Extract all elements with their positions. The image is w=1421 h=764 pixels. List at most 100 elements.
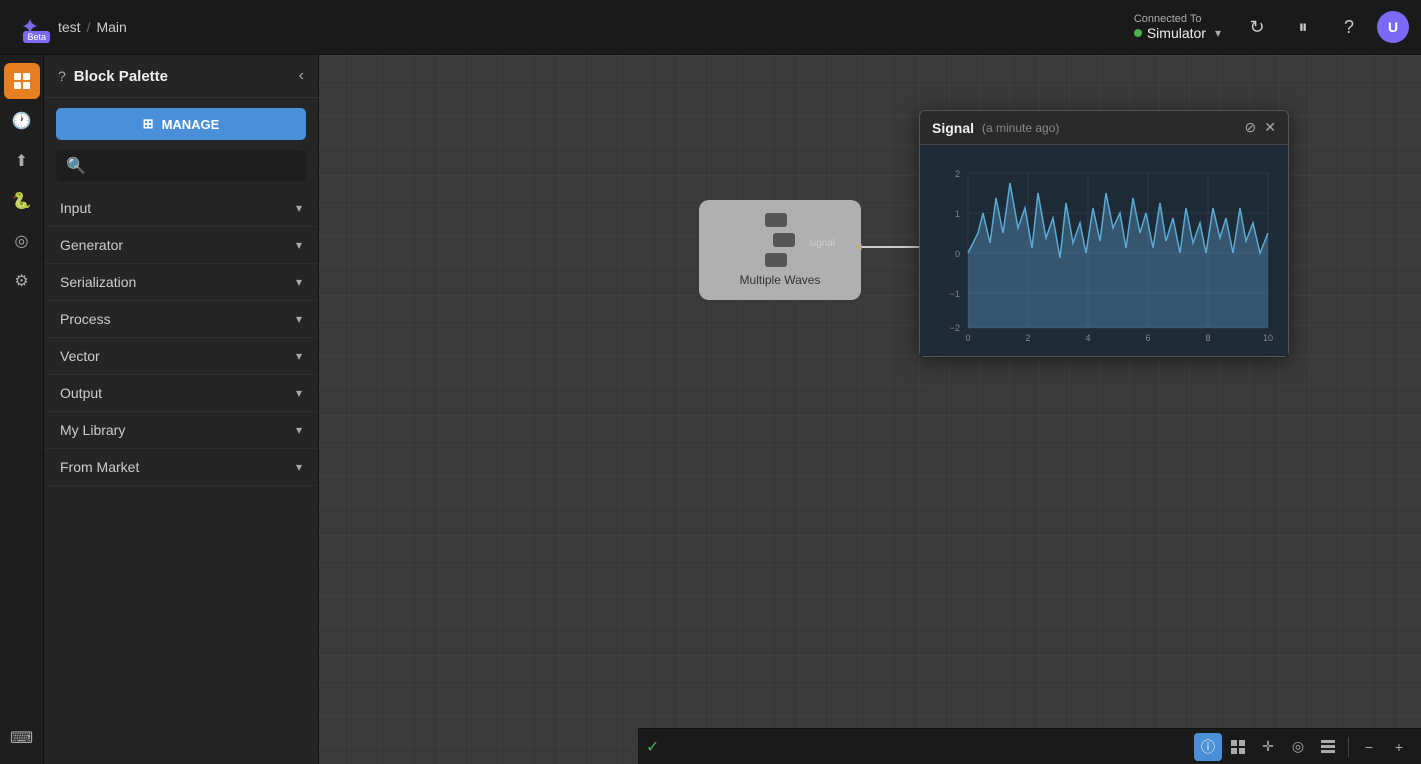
table-button[interactable] (1314, 733, 1342, 761)
signal-popup-pin-button[interactable]: ⊘ (1245, 119, 1257, 136)
chevron-down-icon: ▾ (296, 275, 302, 289)
breadcrumb-project[interactable]: test (58, 19, 81, 35)
canvas-area[interactable]: Multiple Waves x0 x... Signal signal (319, 55, 1421, 764)
input-ports (765, 213, 795, 267)
connection-dot (1134, 29, 1142, 37)
port-2 (773, 233, 795, 247)
breadcrumb: test / Main (58, 19, 127, 35)
palette-title: Block Palette (74, 68, 291, 85)
palette-item-label: Input (60, 200, 91, 216)
palette-item-from-market[interactable]: From Market ▾ (44, 449, 318, 486)
port-1 (765, 213, 787, 227)
manage-button[interactable]: ⊞ MANAGE (56, 108, 306, 140)
help-button[interactable]: ? (1331, 9, 1367, 45)
block-node-inner (765, 213, 795, 267)
svg-text:0: 0 (955, 249, 960, 259)
palette-item-label: Serialization (60, 274, 136, 290)
signal-popup-chart: 2 1 0 −1 −2 0 2 4 6 8 10 (920, 145, 1288, 356)
palette-item-label: Vector (60, 348, 100, 364)
chevron-down-icon: ▾ (296, 201, 302, 215)
multiple-waves-block[interactable]: Multiple Waves (699, 200, 861, 300)
svg-text:10: 10 (1263, 333, 1273, 343)
chevron-down-icon: ▾ (296, 423, 302, 437)
python-icon-btn[interactable]: 🐍 (4, 183, 40, 219)
blocks-icon-btn[interactable] (4, 63, 40, 99)
palette-item-input[interactable]: Input ▾ (44, 190, 318, 227)
palette-item-label: My Library (60, 422, 125, 438)
palette-item-generator[interactable]: Generator ▾ (44, 227, 318, 264)
signal-popup: Signal (a minute ago) ⊘ ✕ (919, 110, 1289, 357)
signal-popup-title: Signal (932, 120, 974, 136)
refresh-button[interactable]: ↻ (1239, 9, 1275, 45)
separator (1348, 737, 1349, 757)
breadcrumb-page[interactable]: Main (96, 19, 126, 35)
palette-list: Input ▾ Generator ▾ Serialization ▾ Proc… (44, 190, 318, 764)
svg-text:−1: −1 (950, 289, 960, 299)
manage-label: MANAGE (162, 117, 220, 132)
chevron-down-icon: ▾ (296, 312, 302, 326)
svg-text:4: 4 (1085, 333, 1090, 343)
chevron-down-icon: ▾ (296, 386, 302, 400)
svg-text:6: 6 (1145, 333, 1150, 343)
main-layout: 🕐 ⬆ 🐍 ◎ ⚙ ⌨ ? Block Palette ‹ ⊞ MANAGE 🔍… (0, 55, 1421, 764)
palette-item-label: Process (60, 311, 111, 327)
block-palette: ? Block Palette ‹ ⊞ MANAGE 🔍 Input ▾ Gen… (44, 55, 319, 764)
connection-info: Connected To Simulator ▾ (1134, 13, 1221, 41)
signal-popup-close-button[interactable]: ✕ (1264, 119, 1276, 136)
target-button[interactable]: ◎ (1284, 733, 1312, 761)
palette-header: ? Block Palette ‹ (44, 55, 318, 98)
signal-popup-header: Signal (a minute ago) ⊘ ✕ (920, 111, 1288, 145)
chevron-down-icon: ▾ (296, 238, 302, 252)
chevron-down-icon: ▾ (296, 460, 302, 474)
breadcrumb-separator: / (87, 19, 91, 35)
chevron-down-icon: ▾ (1215, 26, 1221, 40)
manage-icon: ⊞ (143, 116, 154, 132)
zoom-out-button[interactable]: − (1355, 733, 1383, 761)
multiple-waves-label: Multiple Waves (740, 273, 821, 287)
port-3 (765, 253, 787, 267)
move-button[interactable]: ✛ (1254, 733, 1282, 761)
upload-icon-btn[interactable]: ⬆ (4, 143, 40, 179)
search-bar: 🔍 (56, 150, 306, 182)
chevron-down-icon: ▾ (296, 349, 302, 363)
info-button[interactable]: ⓘ (1194, 733, 1222, 761)
svg-text:2: 2 (955, 169, 960, 179)
grid-button[interactable] (1224, 733, 1252, 761)
connection-label: Connected To (1134, 13, 1202, 25)
bottom-bar: ✓ ⓘ ✛ ◎ − + (638, 728, 1421, 764)
settings-icon-btn[interactable]: ⚙ (4, 263, 40, 299)
connection-status[interactable]: Simulator ▾ (1134, 25, 1221, 41)
palette-item-output[interactable]: Output ▾ (44, 375, 318, 412)
connection-status-text: Simulator (1147, 25, 1206, 41)
logo: ✦ Beta (12, 9, 48, 45)
palette-close-icon[interactable]: ‹ (299, 67, 304, 85)
svg-text:2: 2 (1025, 333, 1030, 343)
avatar[interactable]: U (1377, 11, 1409, 43)
palette-item-label: From Market (60, 459, 139, 475)
status-check-icon: ✓ (646, 737, 659, 757)
palette-item-vector[interactable]: Vector ▾ (44, 338, 318, 375)
palette-help-icon[interactable]: ? (58, 68, 66, 84)
market-icon-btn[interactable]: ◎ (4, 223, 40, 259)
palette-item-label: Output (60, 385, 102, 401)
svg-text:8: 8 (1205, 333, 1210, 343)
topbar: ✦ Beta test / Main Connected To Simulato… (0, 0, 1421, 55)
history-icon-btn[interactable]: 🕐 (4, 103, 40, 139)
search-icon: 🔍 (66, 156, 86, 176)
palette-item-my-library[interactable]: My Library ▾ (44, 412, 318, 449)
signal-popup-time: (a minute ago) (982, 121, 1059, 135)
svg-text:−2: −2 (950, 323, 960, 333)
signal-port-label: signal (809, 238, 835, 249)
terminal-icon-btn[interactable]: ⌨ (4, 720, 40, 756)
pause-button[interactable]: ⏸ (1285, 9, 1321, 45)
search-input[interactable] (94, 159, 296, 174)
svg-text:0: 0 (965, 333, 970, 343)
beta-badge: Beta (23, 31, 50, 43)
palette-item-process[interactable]: Process ▾ (44, 301, 318, 338)
svg-text:1: 1 (955, 209, 960, 219)
palette-item-label: Generator (60, 237, 123, 253)
palette-item-serialization[interactable]: Serialization ▾ (44, 264, 318, 301)
icon-bar: 🕐 ⬆ 🐍 ◎ ⚙ ⌨ (0, 55, 44, 764)
icon-bar-bottom: ⌨ (4, 720, 40, 764)
zoom-in-button[interactable]: + (1385, 733, 1413, 761)
